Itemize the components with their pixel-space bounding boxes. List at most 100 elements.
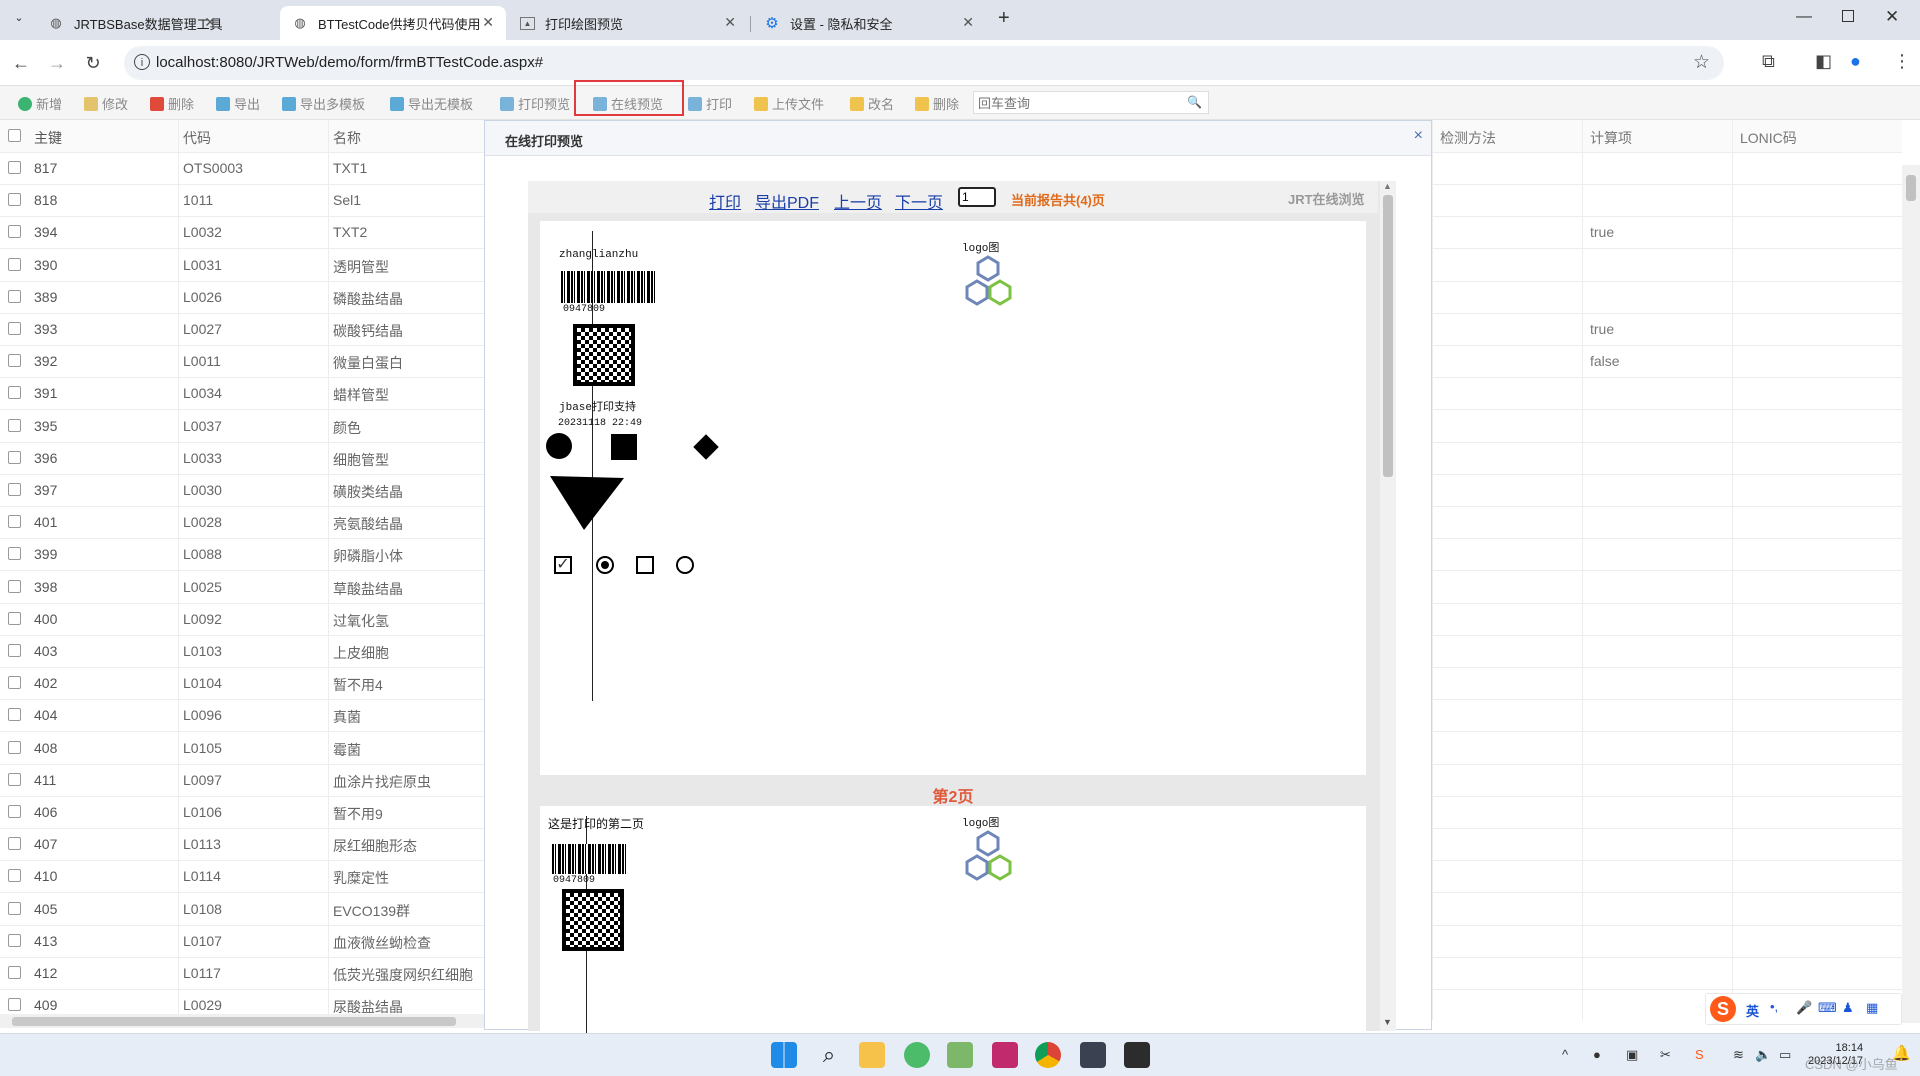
- app-tray-icon[interactable]: ▣: [1626, 1047, 1638, 1063]
- row-checkbox[interactable]: [8, 225, 21, 239]
- delete-file-button[interactable]: 删除: [915, 94, 959, 113]
- table-row-right[interactable]: [1432, 474, 1902, 507]
- table-row-right[interactable]: [1432, 152, 1902, 185]
- table-row-right[interactable]: [1432, 860, 1902, 894]
- table-row-right[interactable]: [1432, 184, 1902, 218]
- table-row[interactable]: 395 L0037 颜色: [0, 409, 484, 443]
- print-button[interactable]: 打印: [688, 94, 732, 113]
- network-tool-icon[interactable]: [1080, 1042, 1106, 1068]
- forward-button[interactable]: →: [44, 50, 70, 76]
- ime-language[interactable]: 英: [1746, 1001, 1759, 1020]
- sogou-logo[interactable]: S: [1710, 996, 1736, 1022]
- notepad-icon[interactable]: [947, 1042, 973, 1068]
- table-row[interactable]: 398 L0025 草酸盐结晶: [0, 570, 484, 604]
- column-header[interactable]: 名称: [333, 128, 361, 148]
- delete-button[interactable]: 删除: [150, 94, 194, 113]
- tab-search-button[interactable]: ⌄: [10, 11, 28, 29]
- scroll-down-icon[interactable]: ▼: [1383, 1017, 1392, 1027]
- scrollbar-thumb[interactable]: [1383, 195, 1393, 477]
- side-panel-icon[interactable]: ◧: [1815, 51, 1832, 72]
- close-icon[interactable]: ✕: [724, 14, 736, 31]
- table-row[interactable]: 399 L0088 卵磷脂小体: [0, 538, 484, 572]
- tool-tray-icon[interactable]: ✂: [1660, 1047, 1671, 1063]
- table-row-right[interactable]: [1432, 699, 1902, 733]
- table-row-right[interactable]: [1432, 731, 1902, 765]
- skin-icon[interactable]: ♟: [1842, 1000, 1854, 1016]
- table-row-right[interactable]: [1432, 924, 1902, 958]
- row-checkbox[interactable]: [8, 483, 21, 496]
- table-row-right[interactable]: [1432, 602, 1902, 636]
- table-row-right[interactable]: [1432, 828, 1902, 862]
- row-checkbox[interactable]: [8, 708, 21, 722]
- table-row[interactable]: 817 OTS0003 TXT1: [0, 152, 484, 185]
- table-row-right[interactable]: [1432, 570, 1902, 604]
- table-row[interactable]: 394 L0032 TXT2: [0, 216, 484, 250]
- export-multi-template-button[interactable]: 导出多模板: [282, 94, 365, 113]
- table-row-right[interactable]: [1432, 248, 1902, 282]
- tab-settings[interactable]: ⚙ 设置 - 隐私和安全 ✕: [752, 6, 986, 40]
- table-row[interactable]: 397 L0030 磺胺类结晶: [0, 474, 484, 507]
- table-row[interactable]: 407 L0113 尿红细胞形态: [0, 828, 484, 862]
- new-tab-button[interactable]: +: [998, 7, 1010, 30]
- scrollbar-thumb[interactable]: [1906, 175, 1916, 201]
- row-checkbox[interactable]: [8, 450, 21, 464]
- export-no-template-button[interactable]: 导出无模板: [390, 94, 473, 113]
- menu-icon[interactable]: ⋮: [1893, 51, 1911, 72]
- search-icon[interactable]: ⌕: [816, 1042, 842, 1068]
- upload-file-button[interactable]: 上传文件: [754, 94, 824, 113]
- row-checkbox[interactable]: [8, 515, 21, 529]
- table-row-right[interactable]: [1432, 409, 1902, 443]
- notification-icon[interactable]: 🔔: [1892, 1044, 1911, 1062]
- table-row[interactable]: 396 L0033 细胞管型: [0, 441, 484, 475]
- restore-button[interactable]: [1842, 10, 1854, 22]
- row-checkbox[interactable]: [8, 998, 21, 1012]
- table-row[interactable]: 406 L0106 暂不用9: [0, 796, 484, 829]
- row-checkbox[interactable]: [8, 644, 21, 657]
- info-icon[interactable]: i: [134, 54, 150, 70]
- row-checkbox[interactable]: [8, 772, 21, 786]
- wifi-icon[interactable]: ≋: [1733, 1047, 1744, 1063]
- table-row[interactable]: 393 L0027 碳酸钙结晶: [0, 313, 484, 346]
- row-checkbox[interactable]: [8, 966, 21, 979]
- close-icon[interactable]: ✕: [204, 14, 216, 31]
- windows-start-icon[interactable]: [771, 1042, 797, 1068]
- row-checkbox[interactable]: [8, 418, 21, 432]
- edit-button[interactable]: 修改: [84, 94, 128, 113]
- terminal-icon[interactable]: [1124, 1042, 1150, 1068]
- select-all-checkbox[interactable]: [8, 129, 21, 142]
- table-row-right[interactable]: [1432, 667, 1902, 701]
- battery-icon[interactable]: ▭: [1779, 1047, 1791, 1063]
- table-row[interactable]: 410 L0114 乳糜定性: [0, 860, 484, 894]
- table-row-right[interactable]: [1432, 538, 1902, 572]
- row-checkbox[interactable]: [8, 289, 21, 303]
- table-row[interactable]: 413 L0107 血液微丝蚴检查: [0, 924, 484, 958]
- table-row[interactable]: 412 L0117 低荧光强度网织红细胞: [0, 957, 484, 990]
- scrollbar-thumb[interactable]: [12, 1017, 456, 1026]
- sogou-tray-icon[interactable]: S: [1695, 1047, 1704, 1062]
- search-icon[interactable]: 🔍: [1187, 95, 1202, 109]
- add-button[interactable]: 新增: [18, 94, 62, 113]
- row-checkbox[interactable]: [8, 740, 21, 754]
- tab-jrtbsbase[interactable]: ◍ JRTBSBase数据管理工具 ✕: [36, 6, 228, 40]
- table-row[interactable]: 405 L0108 EVCO139群: [0, 892, 484, 926]
- close-icon[interactable]: ✕: [962, 14, 974, 31]
- export-pdf-link[interactable]: 导出PDF: [755, 189, 819, 213]
- table-row[interactable]: 391 L0034 蜡样管型: [0, 377, 484, 411]
- bookmark-star-icon[interactable]: ☆: [1693, 51, 1710, 74]
- table-row-right[interactable]: [1432, 763, 1902, 797]
- close-icon[interactable]: ✕: [482, 14, 494, 31]
- print-preview-button[interactable]: 打印预览: [500, 94, 570, 113]
- rename-button[interactable]: 改名: [850, 94, 894, 113]
- row-checkbox[interactable]: [8, 901, 21, 915]
- row-checkbox[interactable]: [8, 579, 21, 593]
- row-checkbox[interactable]: [8, 354, 21, 368]
- microphone-icon[interactable]: 🎤: [1796, 1000, 1812, 1016]
- tab-print-preview[interactable]: ▲ 打印绘图预览 ✕: [508, 6, 748, 40]
- prev-page-link[interactable]: 上一页: [834, 189, 882, 213]
- table-row-right[interactable]: [1432, 892, 1902, 926]
- table-row-right[interactable]: true: [1432, 313, 1902, 346]
- horizontal-scrollbar[interactable]: [0, 1014, 484, 1028]
- volume-icon[interactable]: 🔈: [1755, 1047, 1771, 1063]
- row-checkbox[interactable]: [8, 161, 21, 174]
- close-window-button[interactable]: ✕: [1885, 7, 1899, 27]
